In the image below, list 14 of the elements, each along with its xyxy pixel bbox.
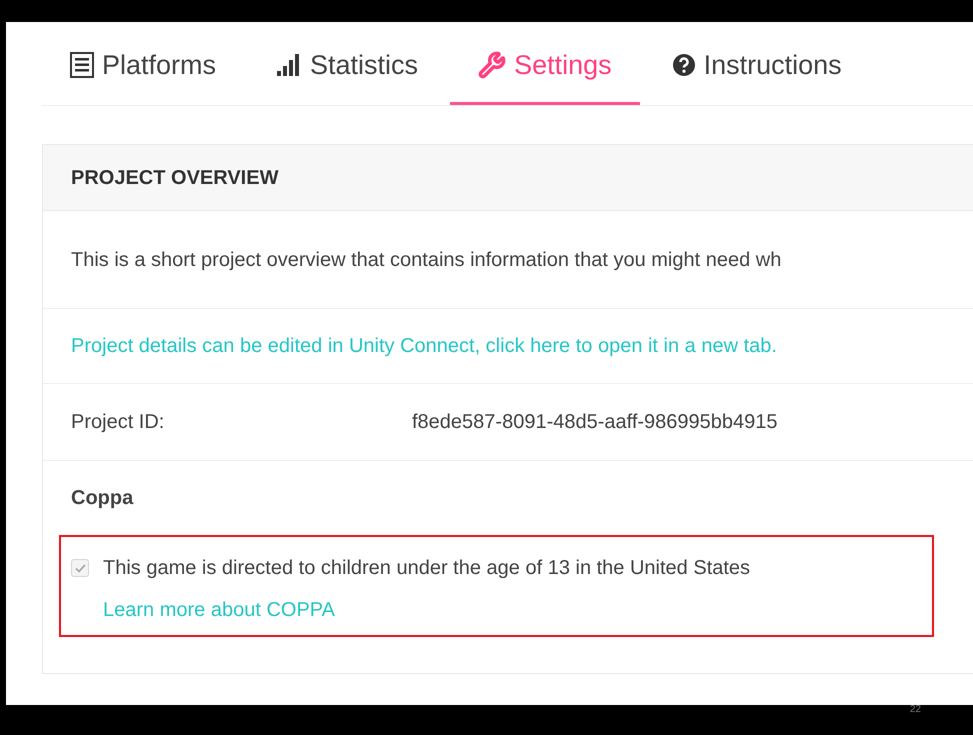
slide-number: 22 <box>910 705 921 717</box>
tab[interactable]: Instructions <box>644 22 870 105</box>
project-id-value: f8ede587-8091-48d5-aaff-986995bb4915 <box>412 410 778 435</box>
overview-description: This is a short project overview that contains information that you might need wh <box>71 248 782 272</box>
help-icon <box>672 53 696 77</box>
tab[interactable]: Statistics <box>248 22 446 105</box>
checkbox-label: This game is directed to children under the age of 13 in the United States <box>103 556 750 581</box>
tab[interactable]: Platforms <box>42 22 244 105</box>
coppa-title: Coppa <box>71 486 134 511</box>
checkmark-icon <box>74 564 86 572</box>
wrench-icon <box>478 51 506 79</box>
project-id-label: Project ID: <box>71 410 166 435</box>
list-icon <box>70 52 94 78</box>
panel-title: PROJECT OVERVIEW <box>71 166 278 190</box>
